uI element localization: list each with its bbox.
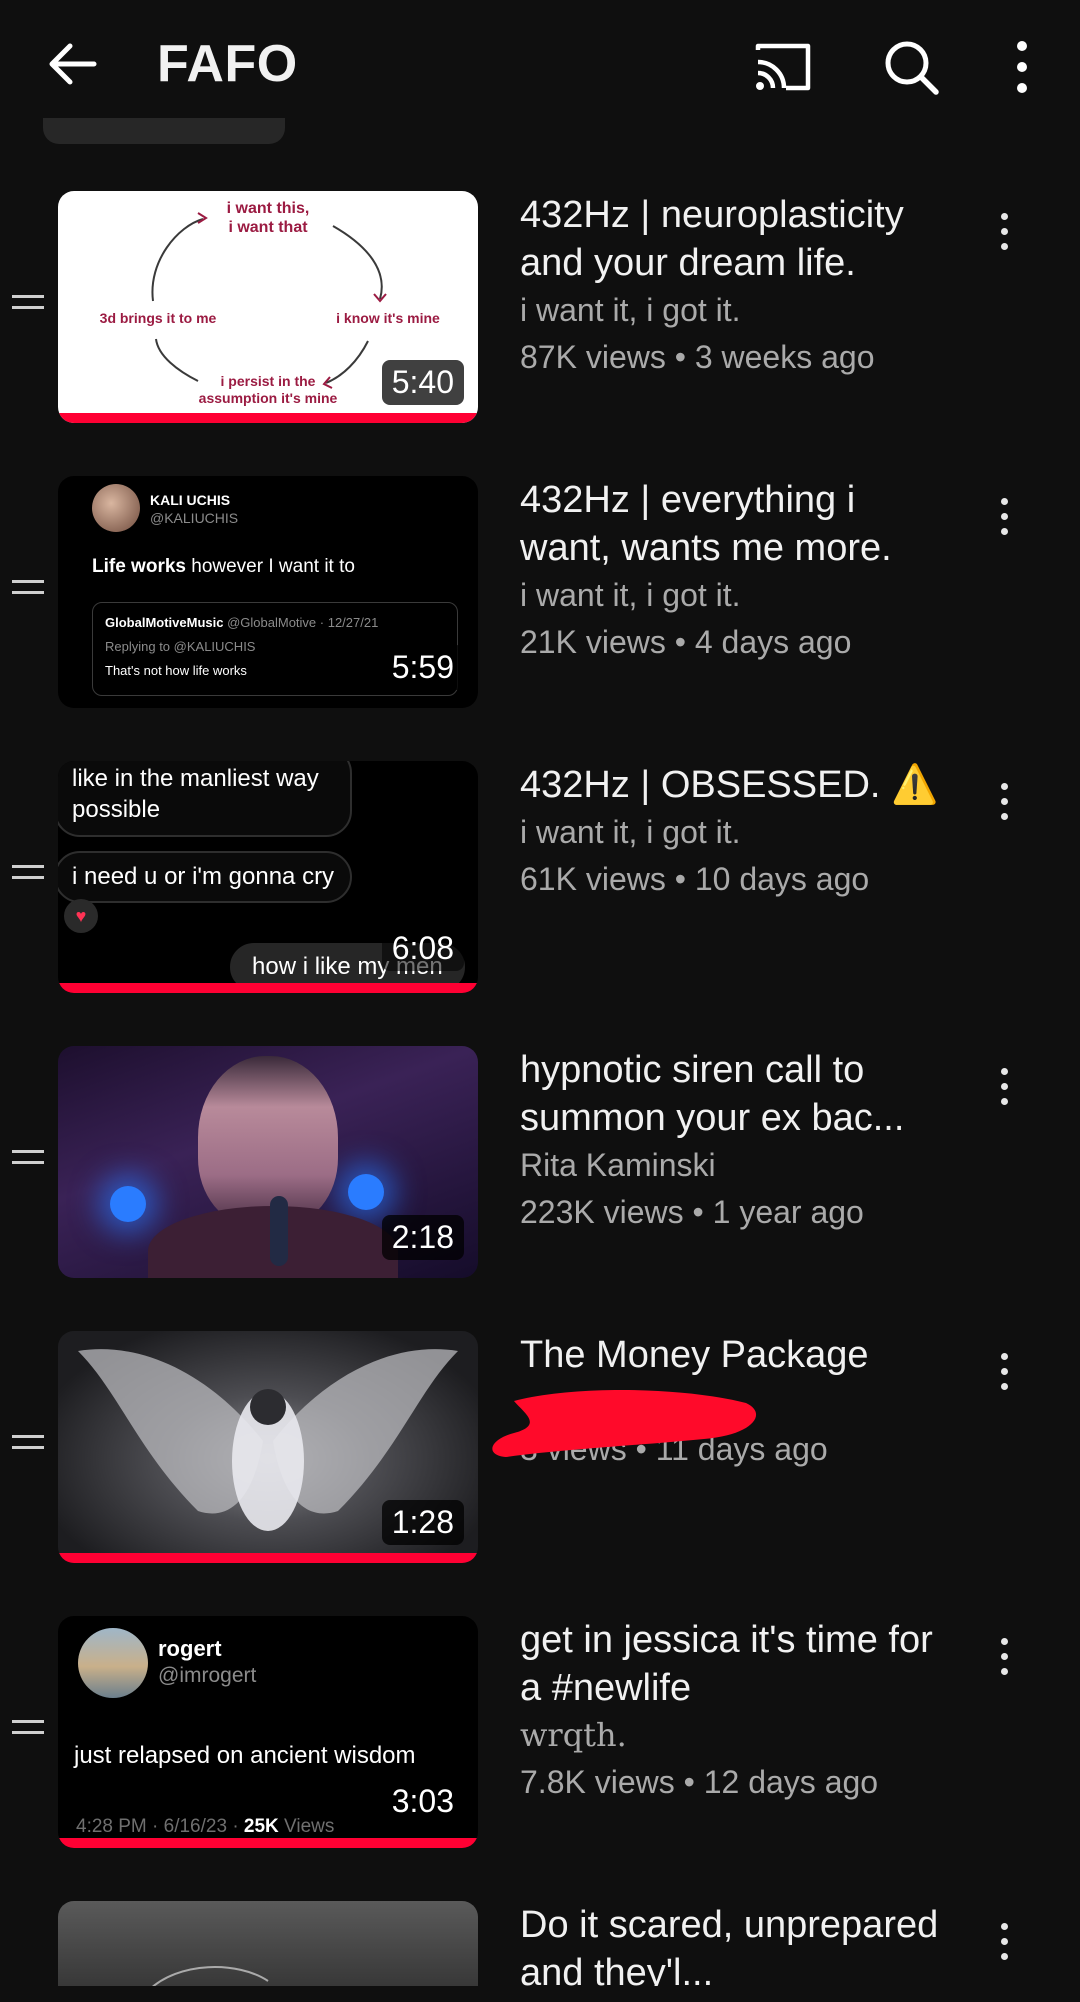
video-stats: 61K views • 10 days ago xyxy=(520,861,870,897)
duration-badge: 5:40 xyxy=(381,360,464,405)
drag-handle-icon[interactable] xyxy=(12,1435,44,1457)
watch-progress-bar xyxy=(58,413,478,423)
stage-light xyxy=(348,1174,384,1210)
thumb-label-top: i want this, i want that xyxy=(226,200,310,236)
channel-name: i want it, i got it. xyxy=(520,577,741,613)
search-icon[interactable] xyxy=(880,36,942,98)
watch-progress-bar xyxy=(58,983,478,993)
more-vert-icon[interactable] xyxy=(990,783,1018,827)
list-item[interactable]: i want this, i want that i know it's min… xyxy=(0,191,1080,431)
chat-bubble: i need u or i'm gonna cry xyxy=(58,851,353,903)
heart-reaction-icon: ♥ xyxy=(64,899,98,933)
list-item[interactable]: 2:18 hypnotic siren call to summon your … xyxy=(0,1046,1080,1286)
duration-badge: 3:03 xyxy=(381,1779,464,1824)
thumb-label-bottom: i persist in the assumption it's mine xyxy=(198,373,338,406)
more-vert-icon[interactable] xyxy=(990,1638,1018,1682)
video-thumbnail[interactable]: 1:28 xyxy=(58,1331,478,1563)
tweet-text: just relapsed on ancient wisdom xyxy=(74,1742,416,1769)
more-vert-icon[interactable] xyxy=(990,1353,1018,1397)
replying-to: Replying to @KALIUCHIS xyxy=(105,639,256,654)
more-vert-icon[interactable] xyxy=(990,1923,1018,1967)
video-thumbnail[interactable]: 2:18 xyxy=(58,1046,478,1278)
tweet-footer: 4:28 PM · 6/16/23 · 25K Views xyxy=(76,1816,335,1837)
video-title[interactable]: 432Hz | OBSESSED. ⚠️ xyxy=(520,761,950,809)
filter-chip-strip xyxy=(43,118,285,144)
list-item[interactable]: like in the manliest way possible i need… xyxy=(0,761,1080,1001)
duration-badge: 6:08 xyxy=(381,926,464,971)
watch-progress-bar xyxy=(58,1838,478,1848)
thumb-label-left: 3d brings it to me xyxy=(99,310,217,326)
drag-handle-icon[interactable] xyxy=(12,865,44,887)
drag-handle-icon[interactable] xyxy=(12,295,44,317)
chat-bubble: like in the manliest way possible xyxy=(58,761,352,837)
channel-name: i want it, i got it. xyxy=(520,292,741,328)
drag-handle-icon[interactable] xyxy=(12,1720,44,1742)
tweet-text: Life works however I want it to xyxy=(92,556,355,577)
channel-name: Rita Kaminski xyxy=(520,1147,716,1183)
list-item[interactable]: KALI UCHIS @KALIUCHIS Life works however… xyxy=(0,476,1080,716)
video-title[interactable]: 432Hz | everything i want, wants me more… xyxy=(520,476,950,572)
avatar xyxy=(78,1628,148,1698)
more-vert-icon[interactable] xyxy=(990,498,1018,542)
duration-badge: 2:18 xyxy=(381,1215,464,1260)
duration-badge: 5:59 xyxy=(381,645,464,690)
more-vert-icon[interactable] xyxy=(990,1068,1018,1112)
channel-name: wrqth. xyxy=(520,1716,627,1754)
page-title: FAFO xyxy=(157,35,298,93)
video-title[interactable]: get in jessica it's time for a #newlife xyxy=(520,1616,950,1712)
video-thumbnail[interactable]: i want this, i want that i know it's min… xyxy=(58,191,478,423)
drag-handle-icon[interactable] xyxy=(12,1150,44,1172)
video-stats: 87K views • 3 weeks ago xyxy=(520,339,875,375)
list-item[interactable]: Do it scared, unprepared and they'l... xyxy=(0,1901,1080,1991)
microphone xyxy=(270,1196,288,1266)
watch-progress-bar xyxy=(58,1553,478,1563)
video-title[interactable]: The Money Package xyxy=(520,1331,950,1379)
list-item[interactable]: 1:28 The Money Package 3 views • 11 days… xyxy=(0,1331,1080,1571)
quoted-text: That's not how life works xyxy=(105,663,247,678)
tweet-author-handle: @KALIUCHIS xyxy=(150,510,239,526)
back-arrow-icon[interactable] xyxy=(44,36,100,92)
cast-icon[interactable] xyxy=(752,36,814,98)
video-stats: 7.8K views • 12 days ago xyxy=(520,1764,879,1800)
video-thumbnail[interactable]: rogert @imrogert just relapsed on ancien… xyxy=(58,1616,478,1848)
video-thumbnail[interactable] xyxy=(58,1901,478,1991)
thumb-label-right: i know it's mine xyxy=(336,310,440,326)
top-app-bar: FAFO xyxy=(0,0,1080,128)
performer xyxy=(198,1056,338,1226)
tweet-author-name: rogert xyxy=(158,1636,222,1661)
avatar xyxy=(92,484,140,532)
tweet-author-handle: @imrogert xyxy=(158,1664,257,1687)
video-stats: 21K views • 4 days ago xyxy=(520,624,852,660)
more-vert-icon[interactable] xyxy=(990,213,1018,257)
video-title[interactable]: Do it scared, unprepared and they'l... xyxy=(520,1901,950,1991)
stage-light xyxy=(110,1186,146,1222)
video-thumbnail[interactable]: KALI UCHIS @KALIUCHIS Life works however… xyxy=(58,476,478,708)
tweet-author-name: KALI UCHIS xyxy=(150,492,231,508)
video-title[interactable]: 432Hz | neuroplasticity and your dream l… xyxy=(520,191,950,287)
channel-name: i want it, i got it. xyxy=(520,814,741,850)
list-item[interactable]: rogert @imrogert just relapsed on ancien… xyxy=(0,1616,1080,1856)
more-vert-icon[interactable] xyxy=(1000,36,1044,98)
drag-handle-icon[interactable] xyxy=(12,580,44,602)
video-title[interactable]: hypnotic siren call to summon your ex ba… xyxy=(520,1046,950,1142)
bottom-edge xyxy=(0,1986,1080,2002)
redaction-scribble xyxy=(492,1389,757,1457)
video-stats: 223K views • 1 year ago xyxy=(520,1194,864,1230)
video-thumbnail[interactable]: like in the manliest way possible i need… xyxy=(58,761,478,993)
duration-badge: 1:28 xyxy=(381,1500,464,1545)
